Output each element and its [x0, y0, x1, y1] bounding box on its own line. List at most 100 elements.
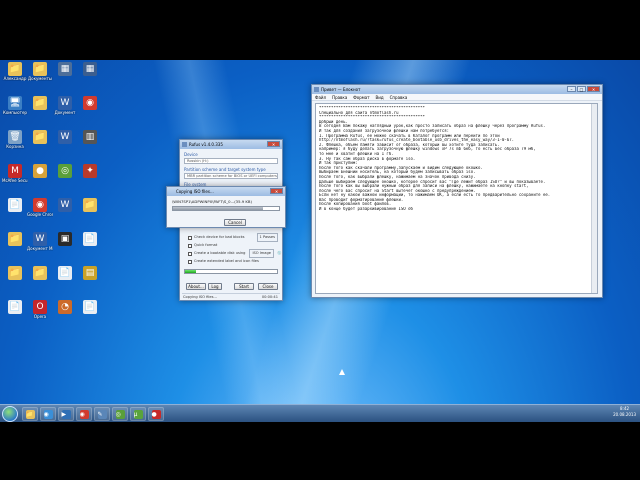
rufus-close-button[interactable]: Close — [258, 283, 278, 290]
desktop-icon[interactable]: ● — [27, 164, 53, 190]
desktop-icon[interactable]: W — [52, 130, 78, 156]
desktop-icon-image: ◎ — [58, 164, 72, 178]
taskbar-app-button[interactable]: µ — [130, 407, 146, 421]
desktop-icon-image: 📁 — [33, 266, 47, 280]
copy-dialog-title-bar: Copying ISO files... ✕ — [167, 187, 285, 196]
taskbar-app-button[interactable]: ◉ — [76, 407, 92, 421]
rufus-title-bar: Rufus v1.4.0.335 ✕ — [180, 140, 282, 149]
desktop-icon-image: 📁 — [8, 62, 22, 76]
desktop-icon[interactable]: ◎ — [52, 164, 78, 190]
menu-item[interactable]: Файл — [315, 94, 326, 100]
checkbox-icon[interactable] — [188, 235, 192, 240]
checkbox-icon[interactable] — [188, 243, 192, 248]
desktop-icon-image: 📁 — [33, 130, 47, 144]
minimize-icon[interactable]: – — [567, 86, 576, 92]
taskbar-app-icon: ◉ — [79, 410, 89, 419]
maximize-icon[interactable]: □ — [577, 86, 586, 92]
desktop-icon-label: Компьютер — [3, 110, 27, 115]
notepad-text-area[interactable]: ****************************************… — [315, 103, 598, 294]
partition-select[interactable]: MBR partition scheme for BIOS or UEFI co… — [184, 173, 278, 179]
desktop-icon-image: W — [33, 232, 47, 246]
notepad-text: ****************************************… — [319, 106, 594, 212]
clock-date: 20.08.2013 — [613, 412, 636, 417]
desktop-icon[interactable]: ◔ — [52, 300, 78, 326]
desktop-icon-image: 📄 — [58, 266, 72, 280]
desktop-icon[interactable]: ◉Google Chrome — [27, 198, 53, 224]
desktop-icon[interactable]: 🗑 Корзина — [2, 130, 28, 156]
desktop-icon[interactable]: 📁 — [27, 266, 53, 292]
menu-item[interactable]: Формат — [353, 94, 369, 100]
elapsed-time: 00:00:41 — [261, 295, 278, 299]
desktop-icon[interactable]: 📁 — [27, 96, 53, 122]
desktop-icon-label: Документы — [28, 76, 52, 81]
desktop-icon-image: O — [33, 300, 47, 314]
taskbar-app-icon: µ — [133, 410, 143, 419]
copy-dialog: Copying ISO files... ✕ \WIN7SP1\ADPWINPX… — [166, 186, 286, 228]
desktop-icon[interactable]: 📁 Документы — [27, 62, 53, 88]
desktop-icon[interactable]: ▤ — [77, 266, 103, 292]
copy-file-path: \WIN7SP1\ADPWINPX\PAFT\S_0...(35.9 KB) — [172, 199, 252, 204]
desktop-icon[interactable]: ▦ — [52, 62, 78, 88]
desktop-icon-image: 📁 — [8, 266, 22, 280]
drive-icon[interactable]: 💿 — [277, 250, 281, 257]
desktop-icon[interactable]: 📁 Александр — [2, 62, 28, 88]
taskbar-app-icon: 📁 — [25, 410, 35, 419]
device-select[interactable]: Rosskin (H:) — [184, 158, 278, 164]
desktop-icon[interactable]: ▦ — [77, 62, 103, 88]
menu-item[interactable]: Справка — [390, 94, 408, 100]
desktop-icon[interactable]: 🖥 Компьютер — [2, 96, 28, 122]
desktop-icon[interactable]: ▥ — [77, 130, 103, 156]
boot-type-select[interactable]: ISO Image — [249, 249, 275, 258]
close-icon[interactable]: ✕ — [587, 86, 600, 92]
desktop-icon[interactable]: ◉ — [77, 96, 103, 122]
desktop-icon[interactable]: 📄 — [2, 300, 28, 326]
start-button-icon[interactable] — [2, 406, 18, 422]
vertical-scrollbar[interactable] — [591, 104, 597, 293]
taskbar-app-button[interactable]: ▶ — [58, 407, 74, 421]
taskbar-app-button[interactable]: ● — [148, 407, 164, 421]
checkbox-icon[interactable] — [188, 259, 192, 264]
menu-item[interactable]: Правка — [332, 94, 347, 100]
desktop-icon[interactable]: WДокумент Microsoft — [27, 232, 53, 258]
checkbox-icon[interactable] — [188, 251, 192, 256]
desktop-icon[interactable]: MMcAfee Security — [2, 164, 28, 190]
bad-blocks-option[interactable]: Check device for bad blocks 1 Passes — [188, 233, 282, 242]
desktop-icon-image: ▤ — [83, 266, 97, 280]
taskbar-app-icon: ✎ — [97, 410, 107, 419]
taskbar-app-button[interactable]: 📁 — [22, 407, 38, 421]
quick-format-option[interactable]: Quick format — [188, 242, 282, 249]
desktop-icon[interactable]: ▣ — [52, 232, 78, 258]
about-button[interactable]: About... — [186, 283, 206, 290]
desktop-icon[interactable]: W — [52, 198, 78, 224]
desktop-icon[interactable]: 📄 — [2, 198, 28, 224]
desktop-icon[interactable]: W Документ — [52, 96, 78, 122]
desktop-icon[interactable]: 📁 — [77, 198, 103, 224]
desktop-icon[interactable]: 📄 — [77, 300, 103, 326]
desktop-icon[interactable]: 📁 — [27, 130, 53, 156]
notepad-title-bar: Привет — Блокнот – □ ✕ — [312, 85, 602, 94]
desktop-icon[interactable]: ✦ — [77, 164, 103, 190]
close-icon[interactable]: ✕ — [270, 188, 283, 194]
desktop-icon-label: Документ Microsoft — [27, 246, 53, 251]
text-line: И в конце будет разархивирование ISO об — [319, 207, 413, 212]
menu-item[interactable]: Вид — [376, 94, 384, 100]
taskbar-app-button[interactable]: ◎ — [112, 407, 128, 421]
log-button[interactable]: Log — [208, 283, 222, 290]
system-tray-clock[interactable]: 8:42 20.08.2013 — [613, 406, 636, 418]
taskbar-app-button[interactable]: ◉ — [40, 407, 56, 421]
desktop-icon-label: Документ — [54, 110, 76, 115]
passes-select[interactable]: 1 Passes — [256, 233, 278, 242]
desktop-icon[interactable]: 📄 — [52, 266, 78, 292]
desktop-icon[interactable]: 📁 — [2, 266, 28, 292]
start-button[interactable]: Start — [234, 283, 254, 290]
cancel-button[interactable]: Cancel — [224, 219, 246, 226]
desktop-icon[interactable]: 📁 — [2, 232, 28, 258]
desktop-icon[interactable]: 📄 — [77, 232, 103, 258]
desktop-icon[interactable]: O Opera — [27, 300, 53, 326]
desktop-icon-image: 📄 — [83, 300, 97, 314]
taskbar-app-icon: ◉ — [43, 410, 53, 419]
taskbar-app-button[interactable]: ✎ — [94, 407, 110, 421]
bootable-option[interactable]: Create a bootable disk using ISO Image 💿 — [188, 249, 282, 258]
extended-label-option[interactable]: Create extended label and icon files — [188, 258, 282, 265]
close-icon[interactable]: ✕ — [267, 141, 280, 147]
